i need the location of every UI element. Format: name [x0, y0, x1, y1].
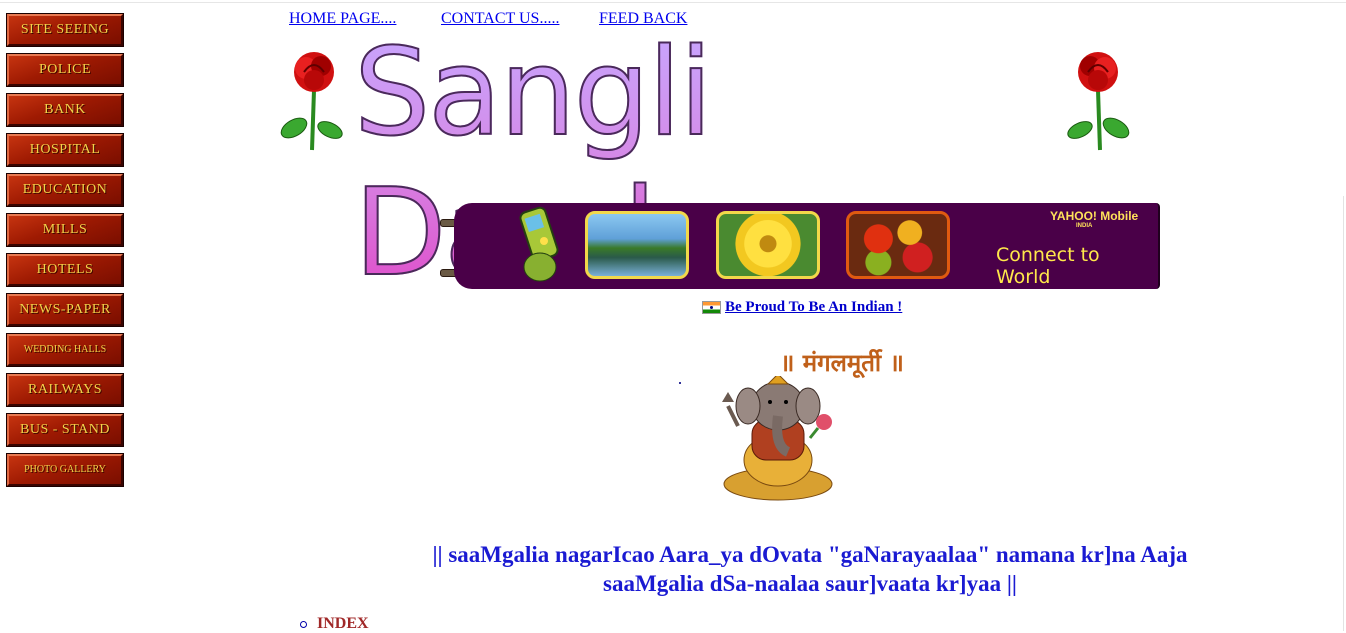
mobile-phone-icon	[519, 206, 559, 282]
sunflower-photo	[716, 211, 820, 279]
lake-photo	[585, 211, 689, 279]
yahoo-mobile-banner[interactable]: YAHOO! Mobile INDIA Connect to World	[440, 203, 1160, 291]
nav-bank-button[interactable]: BANK	[6, 93, 124, 127]
nav-photo-gallery-button[interactable]: PHOTO GALLERY	[6, 453, 124, 487]
rose-icon	[280, 52, 343, 151]
slogan-line-2: saaMgalia dSa-naalaa saur]vaata kr]yaa |…	[603, 571, 1017, 596]
india-flag-icon	[702, 301, 721, 314]
welcome-slogan: || saaMgalia nagarIcao Aara_ya dOvata "g…	[400, 540, 1220, 598]
nav-hospital-button[interactable]: HOSPITAL	[6, 133, 124, 167]
nav-railways-button[interactable]: RAILWAYS	[6, 373, 124, 407]
circle-bullet-icon	[300, 620, 307, 628]
slogan-line-1: || saaMgalia nagarIcao Aara_ya dOvata "g…	[432, 542, 1188, 567]
index-label: INDEX	[317, 615, 369, 632]
nav-mills-button[interactable]: MILLS	[6, 213, 124, 247]
nav-education-button[interactable]: EDUCATION	[6, 173, 124, 207]
stray-dot	[679, 382, 681, 384]
nav-news-paper-button[interactable]: NEWS-PAPER	[6, 293, 124, 327]
fruits-photo	[846, 211, 950, 279]
right-divider	[1343, 196, 1344, 631]
nav-wedding-halls-button[interactable]: WEDDING HALLS	[6, 333, 124, 367]
yahoo-logo: YAHOO! Mobile INDIA	[1050, 209, 1138, 229]
nav-site-seeing-button[interactable]: SITE SEEING	[6, 13, 124, 47]
top-divider	[0, 2, 1346, 3]
index-list-item[interactable]: INDEX	[300, 615, 369, 633]
ganesha-caption: ॥ मंगलमूर्ती ॥	[780, 349, 904, 377]
nav-bus-stand-button[interactable]: BUS - STAND	[6, 413, 124, 447]
proud-indian-link[interactable]: Be Proud To Be An Indian !	[725, 299, 902, 316]
nav-police-button[interactable]: POLICE	[6, 53, 124, 87]
site-title-banner: Sangli Darshan	[276, 23, 1136, 304]
ganesha-image: ॥ मंगलमूर्ती ॥	[718, 346, 904, 502]
rose-icon	[1067, 52, 1130, 151]
banner-tagline: Connect to World	[996, 244, 1100, 288]
yahoo-brand: YAHOO! Mobile	[1050, 209, 1139, 223]
nav-hotels-button[interactable]: HOTELS	[6, 253, 124, 287]
banner-background: YAHOO! Mobile INDIA Connect to World	[454, 203, 1160, 289]
yahoo-brand-sub: INDIA	[1076, 223, 1093, 229]
ganesha-figure-icon	[722, 376, 833, 501]
